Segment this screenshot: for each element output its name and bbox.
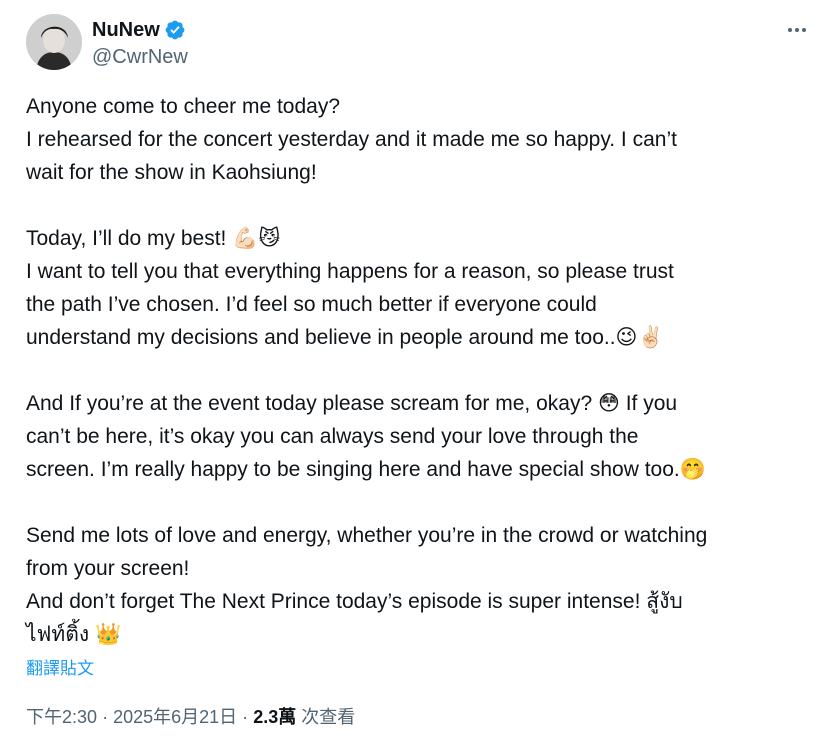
tweet-line: Send me lots of love and energy, whether… [26, 524, 708, 547]
tweet-line: wait for the show in Kaohsiung! [26, 161, 317, 184]
views-count: 2.3萬 [253, 707, 297, 727]
tweet-line: from your screen! [26, 557, 190, 580]
tweet-line: Anyone come to cheer me today? [26, 95, 341, 118]
post-time[interactable]: 下午2:30 [26, 707, 97, 727]
tweet-line: Today, I’ll do my best! 💪🏻😼 [26, 227, 281, 250]
more-dot [795, 28, 799, 32]
tweet-line: ไฟท์ติ้ง 👑 [26, 623, 122, 646]
display-name-text[interactable]: NuNew [92, 18, 160, 42]
tweet-line: And If you’re at the event today please … [26, 392, 678, 415]
tweet-line: I rehearsed for the concert yesterday an… [26, 128, 677, 151]
author-info: NuNew @CwrNew [92, 18, 188, 70]
meta-separator: · [102, 707, 109, 727]
tweet-line: the path I’ve chosen. I’d feel so much b… [26, 293, 597, 316]
more-dot [802, 28, 806, 32]
tweet-text: Anyone come to cheer me today? I rehears… [26, 90, 816, 651]
tweet-line: And don’t forget The Next Prince today’s… [26, 590, 683, 613]
verified-badge-icon [165, 20, 185, 40]
more-dot [788, 28, 792, 32]
profile-photo-icon [26, 14, 82, 70]
tweet-line: understand my decisions and believe in p… [26, 326, 664, 349]
more-horizontal-icon[interactable] [783, 20, 811, 40]
tweet-header: NuNew @CwrNew [26, 14, 811, 72]
tweet-line: screen. I’m really happy to be singing h… [26, 458, 706, 481]
tweet-line: I want to tell you that everything happe… [26, 260, 674, 283]
handle[interactable]: @CwrNew [92, 44, 188, 70]
avatar[interactable] [26, 14, 82, 70]
post-date[interactable]: 2025年6月21日 [113, 707, 237, 727]
translate-post-link[interactable]: 翻譯貼文 [26, 654, 94, 679]
meta-separator: · [242, 707, 249, 727]
tweet-line: can’t be here, it’s okay you can always … [26, 425, 639, 448]
display-name[interactable]: NuNew [92, 18, 186, 42]
tweet-metadata: 下午2:30 · 2025年6月21日 · 2.3萬 次查看 [26, 704, 355, 730]
views-label: 次查看 [301, 707, 356, 727]
